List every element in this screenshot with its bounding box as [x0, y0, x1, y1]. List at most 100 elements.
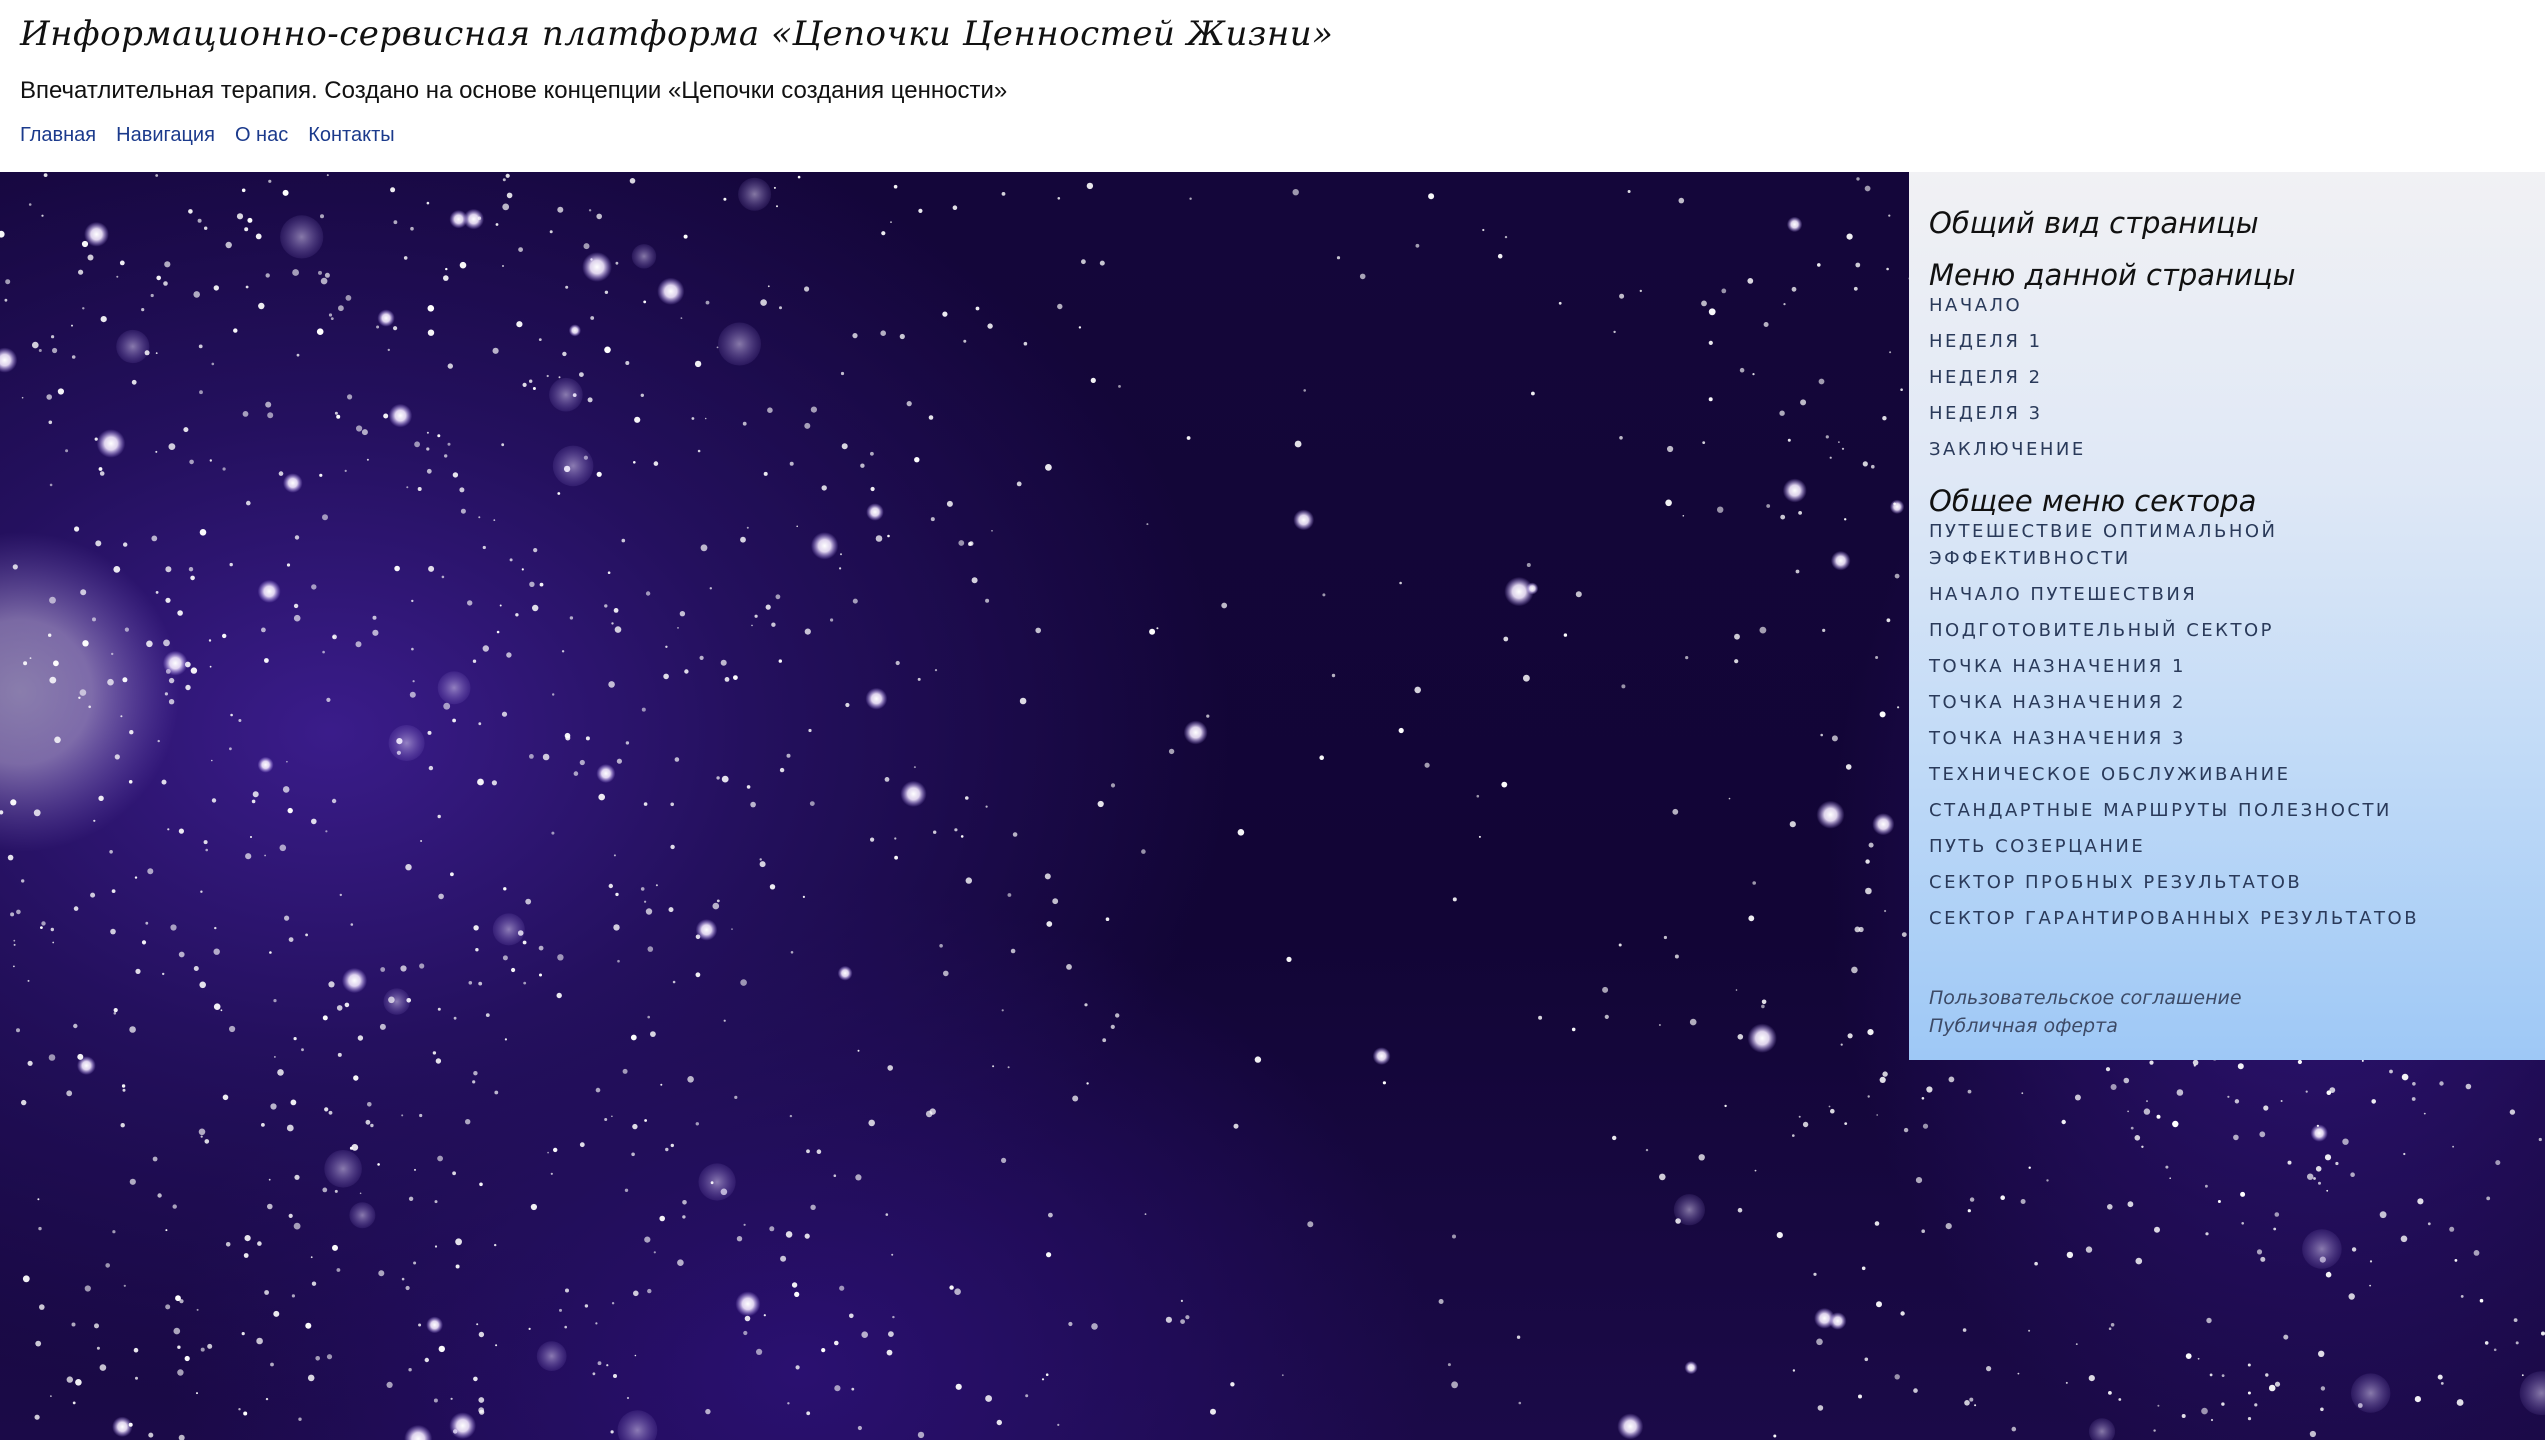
star: [857, 1049, 860, 1052]
star: [156, 275, 161, 281]
star: [698, 1163, 736, 1201]
star: [1889, 351, 1892, 354]
star: [1233, 1123, 1239, 1129]
star: [786, 753, 791, 758]
star: [185, 684, 191, 691]
sector-menu-item[interactable]: Подготовительный сектор: [1929, 617, 2419, 644]
user-agreement-link[interactable]: Пользовательское соглашение: [1929, 984, 2242, 1012]
star: [1523, 674, 1530, 682]
star: [760, 299, 767, 306]
star: [453, 1016, 457, 1020]
page-menu-item-start[interactable]: Начало: [1929, 292, 2086, 319]
star: [204, 226, 208, 230]
star: [426, 1316, 443, 1334]
star: [1865, 887, 1872, 895]
public-offer-link[interactable]: Публичная оферта: [1929, 1012, 2242, 1040]
star: [427, 305, 435, 312]
star: [1864, 1357, 1869, 1362]
page-menu-item-week-1[interactable]: Неделя 1: [1929, 328, 2086, 355]
star: [1482, 228, 1485, 232]
star: [386, 1381, 393, 1388]
site-title[interactable]: Информационно-сервисная платформа «Цепоч…: [20, 14, 1333, 54]
star: [2411, 1097, 2416, 1101]
star: [293, 603, 299, 609]
star: [785, 1231, 793, 1238]
sector-menu-item[interactable]: Стандартные маршруты полезности: [1929, 797, 2419, 824]
sector-menu-item[interactable]: Точка назначения 2: [1929, 689, 2419, 716]
star: [1144, 1213, 1147, 1215]
star: [54, 736, 61, 744]
star: [934, 669, 938, 672]
nav-link-home[interactable]: Главная: [20, 124, 96, 147]
star: [66, 1090, 73, 1097]
star: [538, 945, 544, 951]
star: [2318, 1181, 2321, 1185]
nav-link-about[interactable]: О нас: [235, 124, 288, 147]
star: [1659, 1173, 1666, 1181]
star: [336, 1005, 343, 1011]
star: [367, 1102, 372, 1107]
sector-menu-item[interactable]: Путешествие оптимальной эффективности: [1929, 518, 2399, 572]
star: [2205, 1232, 2209, 1236]
sector-menu-item[interactable]: Сектор пробных результатов: [1929, 869, 2419, 896]
star: [660, 1083, 663, 1086]
star: [257, 1241, 262, 1246]
star: [246, 500, 251, 506]
star: [2210, 1418, 2214, 1422]
page-menu: Начало Неделя 1 Неделя 2 Неделя 3 Заключ…: [1929, 292, 2086, 472]
star: [743, 1330, 748, 1336]
star: [383, 413, 389, 419]
star: [633, 1290, 639, 1297]
sector-menu-item[interactable]: Точка назначения 3: [1929, 725, 2419, 752]
star: [444, 454, 448, 458]
page-menu-item-conclusion[interactable]: Заключение: [1929, 436, 2086, 463]
sector-menu-item[interactable]: Путь созерцание: [1929, 833, 2419, 860]
star: [393, 326, 398, 331]
star: [2315, 1166, 2322, 1172]
sector-menu-item[interactable]: Точка назначения 1: [1929, 653, 2419, 680]
star: [779, 306, 782, 310]
star: [478, 1331, 485, 1338]
star: [532, 604, 539, 612]
star: [2287, 1160, 2292, 1165]
star: [557, 206, 564, 213]
star: [1791, 286, 1797, 292]
star: [1424, 762, 1430, 768]
star: [220, 1009, 223, 1012]
star: [615, 261, 619, 265]
star: [2423, 1112, 2426, 1115]
star: [809, 801, 815, 806]
star: [2437, 1374, 2443, 1380]
star: [35, 1340, 42, 1347]
star: [2513, 1318, 2518, 1322]
overview-heading[interactable]: Общий вид страницы: [1929, 206, 2259, 240]
star: [2000, 1195, 2005, 1200]
star: [791, 1282, 798, 1288]
star: [478, 516, 481, 519]
star: [1001, 192, 1006, 196]
page-menu-item-week-2[interactable]: Неделя 2: [1929, 364, 2086, 391]
sector-menu-item[interactable]: Сектор гарантированных результатов: [1929, 905, 2419, 932]
star: [209, 665, 212, 668]
nav-link-contacts[interactable]: Контакты: [308, 124, 394, 147]
star: [1057, 303, 1063, 310]
star: [243, 1411, 248, 1416]
star: [565, 285, 569, 289]
star: [2493, 1348, 2497, 1352]
star: [255, 233, 262, 240]
star: [2110, 1323, 2115, 1327]
star: [549, 230, 553, 234]
star: [459, 261, 467, 269]
page-menu-item-week-3[interactable]: Неделя 3: [1929, 400, 2086, 427]
star: [230, 713, 233, 717]
star: [670, 844, 675, 850]
sector-menu-item[interactable]: Техническое обслуживание: [1929, 761, 2419, 788]
star: [653, 461, 659, 466]
star: [324, 1150, 362, 1188]
star: [2143, 1108, 2151, 1115]
star: [165, 597, 171, 603]
star: [1044, 873, 1051, 880]
nav-link-navigation[interactable]: Навигация: [116, 124, 215, 147]
star: [604, 290, 609, 294]
sector-menu-item[interactable]: Начало путешествия: [1929, 581, 2419, 608]
